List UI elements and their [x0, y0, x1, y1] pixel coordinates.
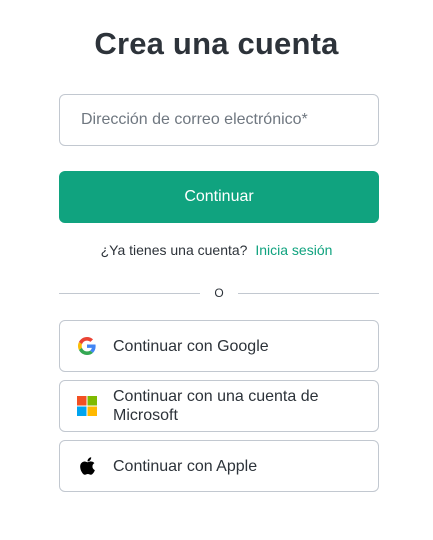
divider-line-right: [237, 292, 379, 294]
login-prompt-text: ¿Ya tienes una cuenta?: [100, 242, 248, 258]
apple-button-label: Continuar con Apple: [113, 457, 258, 475]
signup-page: Crea una cuenta Continuar ¿Ya tienes una…: [0, 0, 433, 540]
email-field[interactable]: [59, 94, 379, 146]
microsoft-button-label: Continuar con una cuenta de Microsoft: [113, 388, 319, 424]
continue-button[interactable]: Continuar: [59, 171, 379, 223]
divider-label: O: [214, 286, 224, 300]
login-prompt-row: ¿Ya tienes una cuenta? Inicia sesión: [0, 242, 433, 258]
google-icon: [77, 336, 97, 356]
continue-with-microsoft-button[interactable]: Continuar con una cuenta de Microsoft: [59, 380, 379, 432]
or-divider: O: [59, 286, 379, 300]
google-button-label: Continuar con Google: [113, 337, 269, 355]
divider-line-left: [59, 292, 201, 294]
continue-with-apple-button[interactable]: Continuar con Apple: [59, 440, 379, 492]
continue-with-google-button[interactable]: Continuar con Google: [59, 320, 379, 372]
microsoft-icon: [77, 396, 97, 416]
page-title: Crea una cuenta: [94, 26, 339, 61]
login-link[interactable]: Inicia sesión: [255, 242, 332, 258]
email-input[interactable]: [81, 95, 378, 145]
apple-icon: [77, 456, 97, 476]
